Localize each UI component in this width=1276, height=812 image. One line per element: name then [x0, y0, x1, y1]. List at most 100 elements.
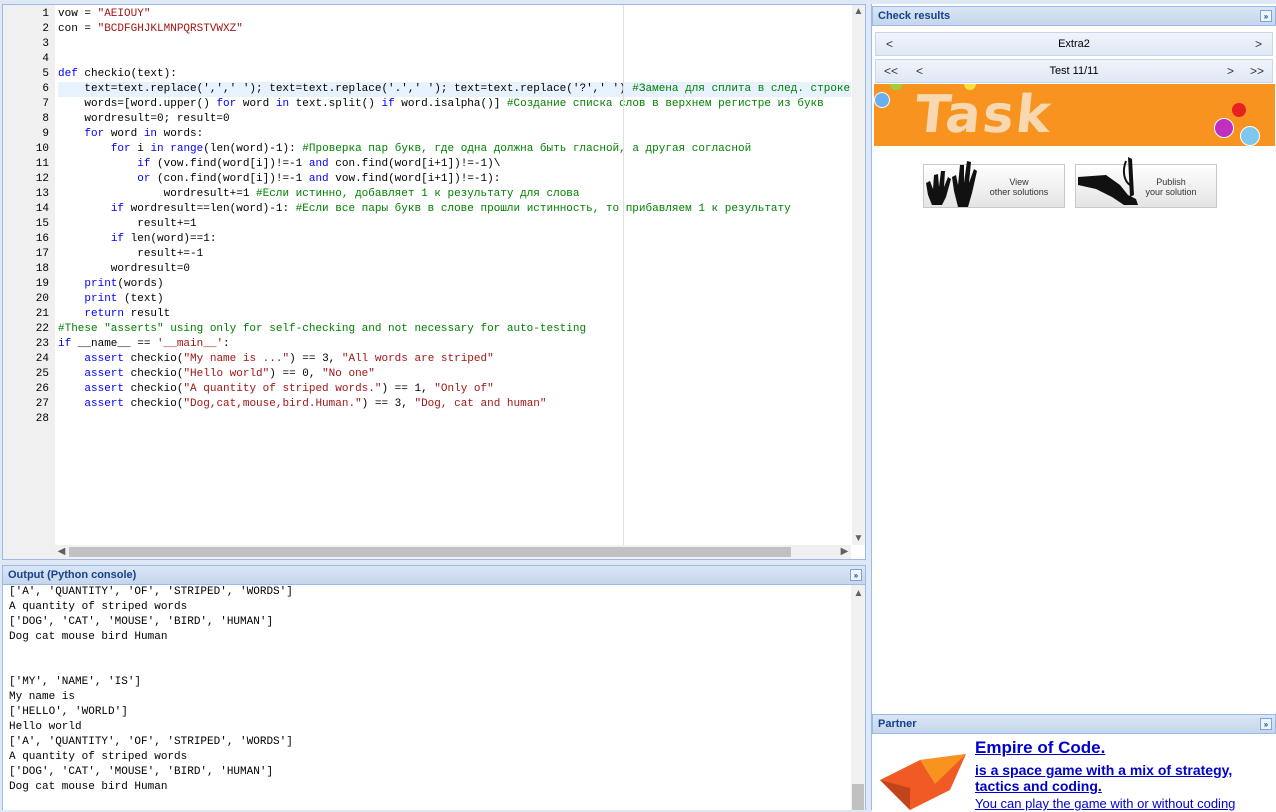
code-line[interactable]: text=text.replace(',',' '); text=text.re… [58, 82, 851, 97]
collapse-icon[interactable]: » [850, 569, 862, 581]
line-number: 26 [35, 383, 49, 395]
console-line: A quantity of striped words [9, 601, 188, 613]
print-margin [623, 5, 624, 545]
line-number: 9 [42, 128, 49, 140]
partner-title: Partner [878, 718, 917, 730]
line-number: 13 [35, 188, 49, 200]
code-line[interactable]: for word in words: [58, 127, 203, 142]
editor-vertical-scrollbar[interactable]: ▲ ▼ [852, 5, 865, 545]
collapse-icon[interactable]: » [1260, 718, 1272, 730]
code-line[interactable]: print (text) [58, 292, 163, 307]
code-line[interactable]: def checkio(text): [58, 67, 177, 82]
code-line[interactable]: assert checkio("Dog,cat,mouse,bird.Human… [58, 397, 546, 412]
editor-horizontal-scrollbar[interactable]: ◀ ▶ [55, 545, 851, 559]
code-line[interactable]: wordresult+=1 #Если истинно, добавляет 1… [58, 187, 580, 202]
publish-button-label: Publish your solution [1145, 177, 1197, 197]
task-solved-banner: Task solved! [874, 84, 1275, 146]
console-line: ['A', 'QUANTITY', 'OF', 'STRIPED', 'WORD… [9, 736, 293, 748]
console-line: ['MY', 'NAME', 'IS'] [9, 676, 142, 688]
code-line[interactable]: assert checkio("A quantity of striped wo… [58, 382, 493, 397]
bubble-icon [874, 92, 890, 108]
check-results-header: Check results » [872, 6, 1276, 26]
scroll-left-arrow-icon[interactable]: ◀ [55, 545, 68, 558]
line-number-gutter: 1 2 3 4 5 6 7 8 9 10 11 12 13 14 15 16 17 18 19 20 21 22 23 24 2… [3, 5, 55, 559]
code-line[interactable]: assert checkio("My name is ...") == 3, "… [58, 352, 493, 367]
console-line: Hello world [9, 721, 82, 733]
empire-of-code-logo [880, 754, 966, 810]
scroll-up-arrow-icon[interactable]: ▲ [852, 5, 865, 18]
code-line[interactable]: words=[word.upper() for word in text.spl… [58, 97, 823, 112]
bubble-icon [1214, 118, 1234, 138]
collapse-icon[interactable]: » [1260, 10, 1272, 22]
code-line[interactable]: return result [58, 307, 170, 322]
code-line[interactable]: print(words) [58, 277, 163, 292]
hands-icon [926, 161, 977, 207]
test-label: Test 11/11 [1049, 65, 1099, 77]
code-line[interactable]: con = "BCDFGHJKLMNPQRSTVWXZ" [58, 22, 243, 37]
line-number: 4 [42, 53, 49, 65]
partner-header: Partner » [872, 714, 1276, 734]
empire-of-code-description-link[interactable]: You can play the game with or without co… [975, 796, 1235, 811]
code-area[interactable]: vow = "AEIOUY" con = "BCDFGHJKLMNPQRSTVWX… [58, 5, 851, 545]
publish-solution-button[interactable]: Publish your solution [1075, 157, 1217, 208]
code-line[interactable]: result+=1 [58, 217, 196, 232]
code-line[interactable]: #These "asserts" using only for self-che… [58, 322, 586, 337]
code-line[interactable]: if len(word)==1: [58, 232, 217, 247]
check-results-title: Check results [878, 10, 951, 22]
code-line[interactable]: if __name__ == '__main__': [58, 337, 230, 352]
scroll-down-arrow-icon[interactable]: ▼ [852, 532, 865, 545]
console-line: Dog cat mouse bird Human [9, 781, 168, 793]
test-navigator: << < Test 11/11 > >> [875, 59, 1273, 83]
code-line[interactable]: assert checkio("Hello world") == 0, "No … [58, 367, 374, 382]
line-number: 11 [35, 158, 49, 170]
line-number: 28 [35, 413, 49, 425]
code-line[interactable]: or (con.find(word[i])!=-1 and vow.find(w… [58, 172, 500, 187]
line-number: 15 [35, 218, 49, 230]
code-line[interactable]: vow = "AEIOUY" [58, 7, 150, 22]
line-number: 20 [35, 293, 49, 305]
bubble-icon [1232, 103, 1246, 117]
line-number: 23 [35, 338, 49, 350]
line-number: 25 [35, 368, 49, 380]
line-number: 6 [42, 83, 49, 95]
line-number: 22 [35, 323, 49, 335]
output-vertical-scrollbar[interactable]: ▲ [851, 585, 865, 810]
category-navigator: < Extra2 > [875, 32, 1273, 56]
line-number: 18 [35, 263, 49, 275]
code-line[interactable]: for i in range(len(word)-1): #Проверка п… [58, 142, 751, 157]
output-scroll-thumb[interactable] [852, 784, 864, 810]
console-line: ['HELLO', 'WORLD'] [9, 706, 128, 718]
next-category-button[interactable]: > [1255, 37, 1262, 51]
line-number: 8 [42, 113, 49, 125]
category-label: Extra2 [1058, 38, 1090, 50]
horizontal-scroll-thumb[interactable] [69, 547, 791, 557]
line-number: 10 [35, 143, 49, 155]
console-line: ['DOG', 'CAT', 'MOUSE', 'BIRD', 'HUMAN'] [9, 616, 274, 628]
code-line[interactable]: result+=-1 [58, 247, 203, 262]
right-sidebar: Check results » < Extra2 > << < Test 11/… [871, 4, 1276, 812]
output-panel-header: Output (Python console) » [2, 565, 866, 585]
line-number: 5 [42, 68, 49, 80]
empire-of-code-link[interactable]: Empire of Code. [975, 738, 1105, 758]
partner-ad[interactable]: Empire of Code. is a space game with a m… [872, 734, 1276, 812]
code-line[interactable]: if (vow.find(word[i])!=-1 and con.find(w… [58, 157, 500, 172]
line-number: 17 [35, 248, 49, 260]
line-number: 12 [35, 173, 49, 185]
empire-of-code-subtitle-link[interactable]: is a space game with a mix of strategy, … [975, 762, 1265, 794]
last-test-button[interactable]: >> [1250, 64, 1264, 78]
scroll-right-arrow-icon[interactable]: ▶ [838, 545, 851, 558]
console-line: ['A', 'QUANTITY', 'OF', 'STRIPED', 'WORD… [9, 586, 293, 598]
code-line[interactable]: wordresult=0 [58, 262, 190, 277]
view-other-solutions-button[interactable]: View other solutions [923, 161, 1065, 208]
code-line[interactable]: if wordresult==len(word)-1: #Если все па… [58, 202, 791, 217]
code-editor[interactable]: 1 2 3 4 5 6 7 8 9 10 11 12 13 14 15 16 17 18 19 20 21 22 23 24 2… [2, 4, 866, 560]
output-console[interactable]: ['A', 'QUANTITY', 'OF', 'STRIPED', 'WORD… [2, 585, 866, 810]
next-test-button[interactable]: > [1227, 64, 1234, 78]
line-number: 3 [42, 38, 49, 50]
output-panel-title: Output (Python console) [8, 569, 137, 581]
code-line[interactable]: wordresult=0; result=0 [58, 112, 229, 127]
console-line: A quantity of striped words [9, 751, 188, 763]
scroll-up-arrow-icon[interactable]: ▲ [852, 587, 865, 600]
console-line: ['DOG', 'CAT', 'MOUSE', 'BIRD', 'HUMAN'] [9, 766, 274, 778]
line-number: 7 [42, 98, 49, 110]
